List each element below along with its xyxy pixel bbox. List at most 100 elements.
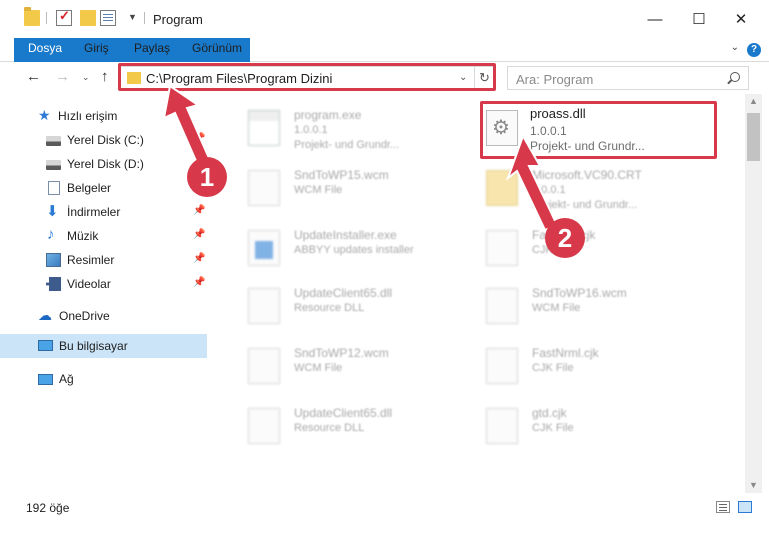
search-input[interactable]: Ara: Program xyxy=(507,66,749,90)
file-name: UpdateClient65.dll xyxy=(294,406,393,420)
folder-icon xyxy=(486,170,518,206)
sidebar-item-videos[interactable]: Videolar 📌 xyxy=(0,272,207,296)
rename-icon[interactable] xyxy=(100,10,116,26)
file-detail: CJK File xyxy=(532,422,574,434)
navigation-pane: ★ Hızlı erişim Yerel Disk (C:) 📌 Yerel D… xyxy=(0,94,212,493)
sidebar-item-this-pc[interactable]: Bu bilgisayar xyxy=(0,334,207,358)
customize-toolbar-icon[interactable]: ▼ xyxy=(128,12,137,22)
step-2-badge: 2 xyxy=(545,218,585,258)
file-tile[interactable]: UpdateClient65.dll Resource DLL xyxy=(224,280,460,338)
file-detail: 1.0.0.1 xyxy=(294,124,328,136)
file-tile[interactable]: SndToWP16.wcm WCM File xyxy=(462,280,698,338)
address-path[interactable]: C:\Program Files\Program Dizini xyxy=(146,71,332,86)
file-tile[interactable]: SndToWP15.wcm WCM File xyxy=(224,162,460,220)
file-name: SndToWP16.wcm xyxy=(532,286,627,300)
refresh-button[interactable]: ↻ xyxy=(474,67,494,89)
file-icon xyxy=(248,348,280,384)
maximize-button[interactable]: ☐ xyxy=(676,0,722,38)
item-count: 192 öğe xyxy=(26,501,70,515)
pin-icon[interactable]: 📌 xyxy=(193,133,205,144)
pin-icon[interactable]: 📌 xyxy=(193,253,205,264)
back-button[interactable]: ← xyxy=(26,68,41,85)
pin-icon[interactable]: 📌 xyxy=(193,229,205,240)
file-icon xyxy=(248,408,280,444)
file-detail: Projekt- und Grundr... xyxy=(294,139,400,151)
file-name: SndToWP15.wcm xyxy=(294,168,389,182)
sidebar-item-label: OneDrive xyxy=(59,309,110,323)
tab-view[interactable]: Görünüm xyxy=(180,38,254,61)
sidebar-item-label: Yerel Disk (C:) xyxy=(67,133,144,147)
sidebar-item-network[interactable]: Ağ xyxy=(0,367,207,391)
sidebar-item-documents[interactable]: Belgeler xyxy=(0,176,207,200)
divider xyxy=(46,12,47,24)
file-tile[interactable]: SndToWP12.wcm WCM File xyxy=(224,340,460,398)
file-name: Microsoft.VC90.CRT xyxy=(532,168,642,182)
large-icons-view-icon[interactable] xyxy=(738,501,752,513)
star-icon: ★ xyxy=(38,107,51,123)
search-icon[interactable] xyxy=(730,72,740,82)
file-name: FastNrml.cjk xyxy=(532,346,599,360)
sidebar-item-pictures[interactable]: Resimler 📌 xyxy=(0,248,207,272)
new-folder-icon[interactable] xyxy=(80,10,96,26)
file-tile[interactable]: FastNrml.cjk CJK File xyxy=(462,340,698,398)
file-tile[interactable]: UpdateClient65.dll Resource DLL xyxy=(224,400,460,458)
file-icon xyxy=(486,288,518,324)
address-bar[interactable]: C:\Program Files\Program Dizini ⌄ ↻ xyxy=(120,66,494,90)
sidebar-item-quick-access[interactable]: ★ Hızlı erişim xyxy=(0,104,207,128)
recent-locations-button[interactable]: ⌄ xyxy=(82,72,90,83)
properties-check-icon[interactable] xyxy=(56,8,72,26)
details-view-icon[interactable] xyxy=(716,501,730,513)
file-tile[interactable]: UpdateInstaller.exe ABBYY updates instal… xyxy=(224,222,460,280)
sidebar-item-music[interactable]: ♪ Müzik 📌 xyxy=(0,224,207,248)
file-icon xyxy=(486,348,518,384)
file-tile[interactable]: gtd.cjk CJK File xyxy=(462,400,698,458)
scroll-thumb[interactable] xyxy=(747,113,760,161)
sidebar-item-downloads[interactable]: ⬇ İndirmeler 📌 xyxy=(0,200,207,224)
chevron-down-icon[interactable]: ⌄ xyxy=(731,42,739,53)
file-detail: Resource DLL xyxy=(294,422,365,434)
search-placeholder: Ara: Program xyxy=(516,72,594,87)
divider xyxy=(144,12,145,24)
close-button[interactable]: ✕ xyxy=(718,0,764,38)
tab-home[interactable]: Giriş xyxy=(72,38,121,61)
file-icon xyxy=(486,230,518,266)
minimize-button[interactable]: — xyxy=(632,0,678,38)
sidebar-item-disk-c[interactable]: Yerel Disk (C:) 📌 xyxy=(0,128,207,152)
file-name: UpdateInstaller.exe xyxy=(294,228,397,242)
pin-icon[interactable]: 📌 xyxy=(193,205,205,216)
file-name: proass.dll xyxy=(530,106,586,121)
file-tile[interactable]: program.exe 1.0.0.1 Projekt- und Grundr.… xyxy=(224,102,460,160)
sidebar-item-label: Resimler xyxy=(67,253,115,267)
sidebar-item-onedrive[interactable]: ☁ OneDrive xyxy=(0,304,207,328)
videos-icon xyxy=(46,277,61,291)
sidebar-item-label: Müzik xyxy=(67,229,99,243)
scroll-up-icon[interactable]: ▲ xyxy=(749,96,758,106)
file-list: program.exe 1.0.0.1 Projekt- und Grundr.… xyxy=(212,94,745,493)
file-tile-proass-dll[interactable]: proass.dll 1.0.0.1 Projekt- und Grundr..… xyxy=(462,102,698,160)
folder-icon xyxy=(127,72,141,84)
file-detail: CJK File xyxy=(532,362,574,374)
sidebar-item-label: Ağ xyxy=(59,372,74,386)
sidebar-item-label: Bu bilgisayar xyxy=(59,339,128,353)
file-name: UpdateClient65.dll xyxy=(294,286,393,300)
sidebar-item-label: İndirmeler xyxy=(67,205,121,219)
vertical-scrollbar[interactable]: ▲ ▼ xyxy=(745,94,762,493)
address-dropdown-icon[interactable]: ⌄ xyxy=(459,72,467,83)
tab-share[interactable]: Paylaş xyxy=(122,38,182,61)
scroll-down-icon[interactable]: ▼ xyxy=(749,480,758,490)
forward-button[interactable]: → xyxy=(55,68,70,85)
cloud-icon: ☁ xyxy=(38,307,52,323)
network-icon xyxy=(38,374,53,385)
file-tile[interactable]: Microsoft.VC90.CRT 1.0.0.1 Projekt- und … xyxy=(462,162,698,220)
sidebar-item-label: Yerel Disk (D:) xyxy=(67,157,144,171)
pin-icon[interactable]: 📌 xyxy=(193,277,205,288)
up-button[interactable]: ↑ xyxy=(101,68,109,85)
ribbon-tabs: Dosya Giriş Paylaş Görünüm ⌄ ? xyxy=(0,38,769,96)
file-detail: Projekt- und Grundr... xyxy=(530,139,645,153)
sidebar-item-disk-d[interactable]: Yerel Disk (D:) xyxy=(0,152,207,176)
download-icon: ⬇ xyxy=(46,203,59,220)
drive-icon xyxy=(46,136,61,146)
file-name: gtd.cjk xyxy=(532,406,567,420)
help-icon[interactable]: ? xyxy=(747,43,761,57)
exe-icon xyxy=(248,110,280,146)
